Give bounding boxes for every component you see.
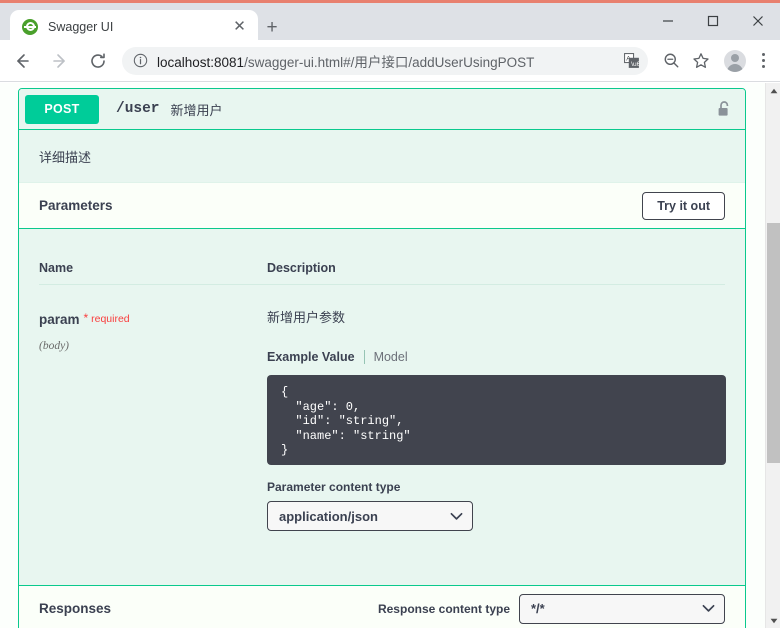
required-marker: * required	[83, 311, 130, 325]
scroll-down-arrow-icon[interactable]	[766, 613, 780, 628]
profile-avatar-icon[interactable]	[720, 46, 750, 76]
chevron-down-icon	[702, 604, 715, 613]
parameter-description-cell: 新增用户参数 Example Value Model { "age": 0, "…	[267, 307, 726, 531]
bookmark-star-icon[interactable]	[686, 46, 716, 76]
unlocked-padlock-icon[interactable]	[713, 98, 735, 120]
scrollbar-thumb[interactable]	[767, 223, 780, 463]
maximize-window-button[interactable]	[690, 6, 735, 36]
operation-description: 详细描述	[19, 130, 745, 183]
example-value-code[interactable]: { "age": 0, "id": "string", "name": "str…	[267, 375, 726, 465]
operation-summary: 新增用户	[170, 102, 223, 118]
response-content-type-group: Response content type */*	[377, 593, 725, 624]
required-label: required	[91, 313, 130, 325]
scroll-up-arrow-icon[interactable]	[766, 83, 780, 98]
zoom-out-icon[interactable]	[656, 46, 686, 76]
parameters-header: Parameters Try it out	[19, 183, 745, 229]
required-star: *	[83, 311, 89, 325]
page-viewport: POST /user 新增用户 详细描述 Parameters Try it o…	[0, 83, 780, 628]
parameters-bottom-spacer	[39, 531, 725, 585]
parameter-name-cell: param * required (body)	[39, 307, 267, 531]
operation-path: /user	[116, 101, 160, 117]
chrome-menu-icon[interactable]	[750, 46, 776, 76]
response-content-type-select[interactable]: */*	[519, 593, 725, 624]
parameters-table-header: Name Description	[39, 229, 725, 285]
table-row: param * required (body) 新增用户参数 Example Va…	[39, 285, 726, 531]
url-host: localhost:8081	[157, 54, 245, 70]
responses-title: Responses	[39, 601, 112, 616]
avatar	[724, 49, 746, 72]
parameter-description: 新增用户参数	[267, 310, 346, 325]
close-window-button[interactable]	[735, 6, 780, 36]
response-content-type-value: */*	[531, 601, 545, 616]
column-header-name: Name	[39, 261, 74, 275]
forward-button[interactable]	[44, 45, 76, 77]
column-header-description: Description	[267, 261, 336, 275]
address-bar-url: localhost:8081/swagger-ui.html#/用户接口/add…	[157, 51, 620, 71]
parameters-body: Name Description param * required (body) …	[19, 229, 745, 585]
parameter-content-type-label: Parameter content type	[267, 480, 401, 494]
opblock-post-user: POST /user 新增用户 详细描述 Parameters Try it o…	[18, 88, 746, 628]
browser-tab-swagger-ui[interactable]: Swagger UI ✕	[10, 10, 258, 43]
svg-text:\u6587: \u6587	[631, 61, 639, 68]
parameter-name: param	[39, 312, 80, 327]
translate-icon[interactable]: A \u6587	[620, 50, 642, 72]
tab-model[interactable]: Model	[365, 350, 408, 364]
back-button[interactable]	[6, 45, 38, 77]
new-tab-button[interactable]: +	[258, 14, 286, 40]
http-method-badge: POST	[25, 94, 99, 124]
browser-tab-strip: Swagger UI ✕ +	[0, 3, 780, 43]
parameter-location: (body)	[39, 340, 70, 352]
try-it-out-button[interactable]: Try it out	[642, 191, 725, 220]
example-model-tabs: Example Value Model	[267, 350, 725, 364]
tab-example-value[interactable]: Example Value	[267, 350, 365, 364]
window-controls	[645, 6, 780, 36]
close-tab-icon[interactable]: ✕	[231, 18, 248, 35]
minimize-window-button[interactable]	[645, 6, 690, 36]
parameter-content-type-value: application/json	[279, 508, 378, 524]
swagger-page: POST /user 新增用户 详细描述 Parameters Try it o…	[0, 83, 765, 628]
tab-title: Swagger UI	[48, 19, 114, 34]
chevron-down-icon	[450, 512, 463, 521]
reload-button[interactable]	[82, 45, 114, 77]
parameter-content-type-select[interactable]: application/json	[267, 501, 473, 531]
url-path: /swagger-ui.html#/用户接口/addUserUsingPOST	[244, 54, 535, 70]
address-bar[interactable]: localhost:8081/swagger-ui.html#/用户接口/add…	[122, 46, 648, 75]
info-circle-icon[interactable]	[132, 52, 149, 69]
opblock-summary[interactable]: POST /user 新增用户	[19, 89, 745, 130]
response-content-type-label: Response content type	[377, 601, 510, 616]
page-scrollbar[interactable]	[765, 83, 780, 628]
parameters-title: Parameters	[39, 198, 113, 213]
swagger-logo-icon	[22, 18, 38, 35]
responses-header: Responses Response content type */*	[19, 585, 745, 628]
browser-toolbar: localhost:8081/swagger-ui.html#/用户接口/add…	[0, 40, 780, 82]
